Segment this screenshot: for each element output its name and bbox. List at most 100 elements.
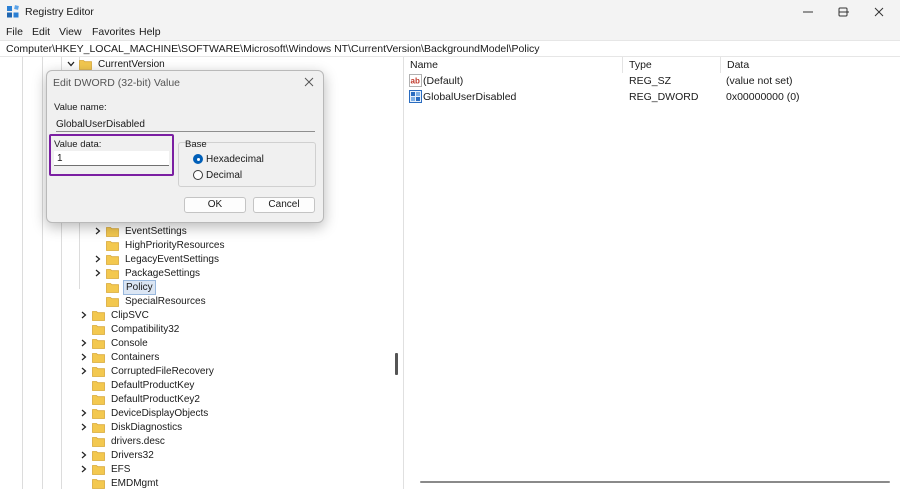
tree-node[interactable]: Containers: [79, 350, 161, 364]
menu-help[interactable]: Help: [139, 26, 161, 38]
tree-node[interactable]: Policy: [93, 279, 156, 295]
list-row-default[interactable]: ab (Default) REG_SZ (value not set): [404, 73, 900, 89]
folder-icon: [106, 240, 119, 251]
ok-button[interactable]: OK: [184, 197, 246, 213]
radio-button-checked[interactable]: [193, 154, 203, 164]
chevron-right-icon[interactable]: [93, 224, 103, 238]
tree-node[interactable]: LegacyEventSettings: [93, 252, 221, 266]
horizontal-scrollbar[interactable]: [420, 481, 890, 483]
menu-favorites[interactable]: Favorites: [92, 26, 135, 38]
tree-node[interactable]: Drivers32: [79, 448, 156, 462]
tree-node[interactable]: DeviceDisplayObjects: [79, 406, 210, 420]
edit-dword-dialog: Edit DWORD (32-bit) Value Value name: Gl…: [46, 70, 324, 223]
chevron-right-icon[interactable]: [79, 406, 89, 420]
value-name-label: Value name:: [54, 102, 107, 113]
folder-icon: [92, 422, 105, 433]
folder-icon: [92, 380, 105, 391]
folder-icon: [106, 268, 119, 279]
tree-node[interactable]: DefaultProductKey: [79, 378, 196, 392]
column-header-type[interactable]: Type: [623, 57, 720, 73]
value-name-field: GlobalUserDisabled: [56, 118, 315, 132]
tree-node[interactable]: DiskDiagnostics: [79, 420, 184, 434]
chevron-right-icon[interactable]: [79, 336, 89, 350]
tree-node-label: EFS: [111, 463, 131, 475]
column-header-data[interactable]: Data: [721, 57, 900, 73]
tree-node[interactable]: DefaultProductKey2: [79, 392, 202, 406]
radio-hexadecimal[interactable]: Hexadecimal: [193, 153, 264, 165]
tree-node[interactable]: HighPriorityResources: [93, 238, 226, 252]
tree-node[interactable]: Console: [79, 336, 150, 350]
value-data-label: Value data:: [54, 139, 102, 150]
chevron-right-icon[interactable]: [79, 350, 89, 364]
folder-icon: [92, 366, 105, 377]
chevron-down-icon[interactable]: [66, 57, 76, 71]
radio-decimal[interactable]: Decimal: [193, 169, 242, 181]
minimize-icon[interactable]: [791, 0, 825, 24]
menu-edit[interactable]: Edit: [32, 26, 50, 38]
chevron-right-icon[interactable]: [79, 308, 89, 322]
tree-guide-line: [42, 57, 43, 489]
chevron-right-icon[interactable]: [79, 420, 89, 434]
radio-label: Decimal: [206, 169, 243, 181]
folder-icon: [79, 59, 92, 70]
value-data: (value not set): [726, 75, 793, 87]
folder-icon: [92, 450, 105, 461]
address-path[interactable]: Computer\HKEY_LOCAL_MACHINE\SOFTWARE\Mic…: [6, 43, 540, 55]
value-type: REG_SZ: [629, 75, 672, 87]
tree-node[interactable]: EFS: [79, 462, 132, 476]
tree-node-label: Console: [111, 337, 148, 349]
radio-button[interactable]: [193, 170, 203, 180]
tree-node[interactable]: ClipSVC: [79, 308, 151, 322]
tree-node[interactable]: EventSettings: [93, 224, 189, 238]
folder-open-icon: [106, 282, 119, 293]
chevron-right-icon[interactable]: [93, 252, 103, 266]
cancel-button[interactable]: Cancel: [253, 197, 315, 213]
tree-node[interactable]: SpecialResources: [93, 294, 208, 308]
folder-icon: [106, 226, 119, 237]
tree-node[interactable]: PackageSettings: [93, 266, 202, 280]
value-data: 0x00000000 (0): [726, 91, 800, 103]
folder-icon: [106, 254, 119, 265]
tree-node[interactable]: EMDMgmt: [79, 476, 160, 489]
chevron-right-icon[interactable]: [93, 266, 103, 280]
tree-node-label: DeviceDisplayObjects: [111, 407, 209, 419]
radio-label: Hexadecimal: [206, 153, 264, 165]
folder-icon: [106, 296, 119, 307]
registry-editor-icon: [6, 5, 20, 19]
column-header-name[interactable]: Name: [404, 57, 622, 73]
tree-node-label: Compatibility32: [111, 323, 180, 335]
values-list[interactable]: Name Type Data ab (Default) REG_SZ (valu…: [404, 57, 900, 489]
address-bar[interactable]: Computer\HKEY_LOCAL_MACHINE\SOFTWARE\Mic…: [0, 40, 900, 57]
value-data-input[interactable]: [54, 151, 169, 166]
tree-node-label: HighPriorityResources: [125, 239, 225, 251]
tree-guide-line: [22, 57, 23, 489]
chevron-right-icon[interactable]: [79, 462, 89, 476]
menu-view[interactable]: View: [59, 26, 82, 38]
folder-icon: [92, 478, 105, 489]
close-icon[interactable]: [303, 76, 315, 88]
maximize-icon[interactable]: [826, 0, 860, 24]
tree-node-label: drivers.desc: [111, 435, 165, 447]
folder-icon: [92, 408, 105, 419]
list-row-globaluserdisabled[interactable]: GlobalUserDisabled REG_DWORD 0x00000000 …: [404, 89, 900, 105]
base-label: Base: [185, 139, 207, 150]
tree-node[interactable]: CorruptedFileRecovery: [79, 364, 216, 378]
chevron-right-icon[interactable]: [79, 448, 89, 462]
value-name: GlobalUserDisabled: [423, 91, 517, 103]
tree-node[interactable]: Compatibility32: [79, 322, 181, 336]
tree-node-currentversion[interactable]: CurrentVersion: [66, 57, 167, 71]
value-name: (Default): [423, 75, 464, 87]
string-value-icon: ab: [409, 74, 422, 87]
close-icon[interactable]: [862, 0, 896, 24]
title-bar: Registry Editor: [0, 0, 900, 24]
chevron-right-icon[interactable]: [79, 364, 89, 378]
splitter-grip[interactable]: [395, 353, 398, 375]
tree-node-label: Containers: [111, 351, 160, 363]
menu-file[interactable]: File: [6, 26, 23, 38]
tree-node-label: EventSettings: [125, 225, 187, 237]
tree-node[interactable]: drivers.desc: [79, 434, 167, 448]
